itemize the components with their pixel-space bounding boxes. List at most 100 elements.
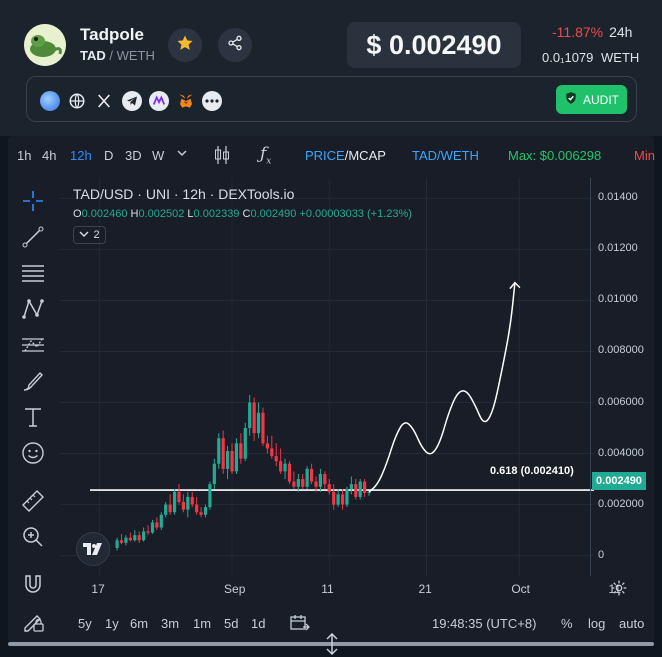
- candle-body: [221, 438, 225, 469]
- indicators-collapse-button[interactable]: 2: [73, 226, 106, 244]
- change-percent: -11.87%: [552, 24, 604, 40]
- candle-body: [314, 481, 318, 487]
- projection-tool-icon[interactable]: [20, 332, 46, 358]
- price-plot-area[interactable]: [60, 178, 618, 576]
- ruler-tool-icon[interactable]: [20, 488, 46, 514]
- candle-body: [159, 514, 163, 528]
- candle-body: [327, 484, 331, 492]
- telegram-icon[interactable]: [122, 91, 142, 111]
- percent-scale-toggle[interactable]: %: [561, 616, 573, 631]
- interval-d[interactable]: D: [104, 148, 113, 163]
- fib-level-label: 0.618 (0.002410): [490, 465, 574, 477]
- candle-body: [199, 512, 203, 515]
- favorite-button[interactable]: [168, 28, 202, 62]
- range-1m[interactable]: 1m: [193, 616, 211, 631]
- indicators-fx-icon[interactable]: ƒx: [260, 144, 271, 166]
- range-1y[interactable]: 1y: [105, 616, 119, 631]
- token-name: Tadpole: [80, 25, 144, 44]
- candle-body: [177, 491, 181, 503]
- crosshair-tool-icon[interactable]: [20, 188, 46, 214]
- weth-price: 0.0₁1079 WETH: [542, 50, 639, 65]
- log-scale-toggle[interactable]: log: [588, 616, 605, 631]
- tradingview-logo-icon[interactable]: [76, 532, 110, 566]
- pattern-tool-icon[interactable]: [20, 296, 46, 322]
- time-axis-tick-label: 17: [91, 582, 105, 596]
- interval-12h[interactable]: 12h: [70, 148, 92, 163]
- interval-3d[interactable]: 3D: [125, 148, 142, 163]
- range-6m[interactable]: 6m: [130, 616, 148, 631]
- auto-scale-toggle[interactable]: auto: [619, 616, 644, 631]
- price-mcap-toggle[interactable]: PRICE/MCAP: [305, 148, 386, 163]
- horizontal-lines-tool-icon[interactable]: [20, 260, 46, 286]
- candle-body: [150, 522, 155, 533]
- trend-line-tool-icon[interactable]: [20, 224, 46, 250]
- candle-body: [301, 479, 305, 487]
- x-twitter-icon[interactable]: [94, 91, 114, 111]
- blue-orb-icon[interactable]: [40, 91, 60, 111]
- time-axis-tick-label: 21: [418, 582, 432, 596]
- candle-body: [239, 443, 243, 459]
- time-axis-tick-label: 11: [321, 582, 334, 596]
- time-axis[interactable]: 17 Sep 11 21 Oct 11: [60, 576, 621, 598]
- candle-body: [270, 448, 274, 457]
- candlestick-type-icon[interactable]: [213, 145, 231, 168]
- candle-body: [252, 402, 256, 434]
- max-price-label: Max: $0.006298: [508, 148, 602, 163]
- interval-dropdown-chevron-icon[interactable]: [176, 147, 188, 162]
- candle-body: [340, 494, 345, 505]
- candle-body: [287, 463, 292, 482]
- dextools-icon[interactable]: [149, 91, 169, 111]
- range-1d[interactable]: 1d: [251, 616, 265, 631]
- candle-body: [203, 507, 208, 515]
- timezone-clock[interactable]: 19:48:35 (UTC+8): [432, 616, 536, 631]
- chart-panel: 1h 4h 12h D 3D W ƒx PRICE/MCAP TAD/WETH …: [8, 136, 655, 642]
- candle-body: [248, 402, 252, 429]
- resize-arrows-icon[interactable]: [325, 632, 339, 657]
- candle-body: [336, 494, 340, 505]
- candle-body: [274, 456, 278, 462]
- token-symbol: TAD: [80, 48, 106, 63]
- price-toggle-label: PRICE: [305, 148, 345, 163]
- emoji-tool-icon[interactable]: [20, 440, 46, 466]
- text-tool-icon[interactable]: [20, 404, 46, 430]
- token-logo: [24, 24, 66, 66]
- audit-button[interactable]: AUDIT: [556, 85, 627, 114]
- zoom-in-tool-icon[interactable]: [20, 524, 46, 550]
- price-axis-tick-label: 0.004000: [598, 446, 644, 459]
- candle-body: [234, 443, 239, 472]
- date-range-calendar-icon[interactable]: [290, 614, 310, 635]
- candle-body: [124, 537, 128, 543]
- range-5d[interactable]: 5d: [224, 616, 238, 631]
- price-change: -11.87% 24h: [552, 24, 632, 40]
- interval-4h[interactable]: 4h: [42, 148, 56, 163]
- candle-body: [172, 491, 177, 513]
- shield-check-icon: [564, 91, 578, 108]
- interval-w[interactable]: W: [152, 148, 164, 163]
- price-axis-tick-label: 0.01000: [598, 293, 638, 306]
- chart-settings-gear-icon[interactable]: [611, 580, 627, 601]
- interval-1h[interactable]: 1h: [17, 148, 31, 163]
- metamask-icon[interactable]: [176, 91, 196, 111]
- pair-toggle[interactable]: TAD/WETH: [412, 148, 479, 163]
- chart-toolbar: 1h 4h 12h D 3D W ƒx PRICE/MCAP TAD/WETH …: [8, 136, 655, 174]
- ohlc-readout: O0.002460 H0.002502 L0.002339 C0.002490 …: [73, 208, 412, 220]
- candle-body: [133, 535, 137, 541]
- candle-body: [332, 491, 336, 505]
- candle-body: [309, 468, 314, 482]
- magnet-tool-icon[interactable]: [20, 572, 46, 598]
- brush-tool-icon[interactable]: [20, 368, 46, 394]
- change-timeframe: 24h: [609, 24, 633, 40]
- weth-price-unit: WETH: [601, 50, 640, 65]
- candle-body: [137, 535, 141, 541]
- price-axis[interactable]: 0.01400 0.01200 0.01000 0.008000 0.006000 0.0…: [590, 178, 654, 576]
- price-axis-tick-label: 0.01200: [598, 242, 638, 255]
- range-5y[interactable]: 5y: [78, 616, 92, 631]
- quote-symbol: WETH: [116, 48, 155, 63]
- candle-body: [318, 473, 323, 487]
- price-axis-tick-label: 0.008000: [598, 344, 644, 357]
- globe-icon[interactable]: [67, 91, 87, 111]
- range-3m[interactable]: 3m: [161, 616, 179, 631]
- more-icon[interactable]: [202, 91, 222, 111]
- share-button[interactable]: [218, 28, 252, 62]
- candle-body: [292, 481, 296, 487]
